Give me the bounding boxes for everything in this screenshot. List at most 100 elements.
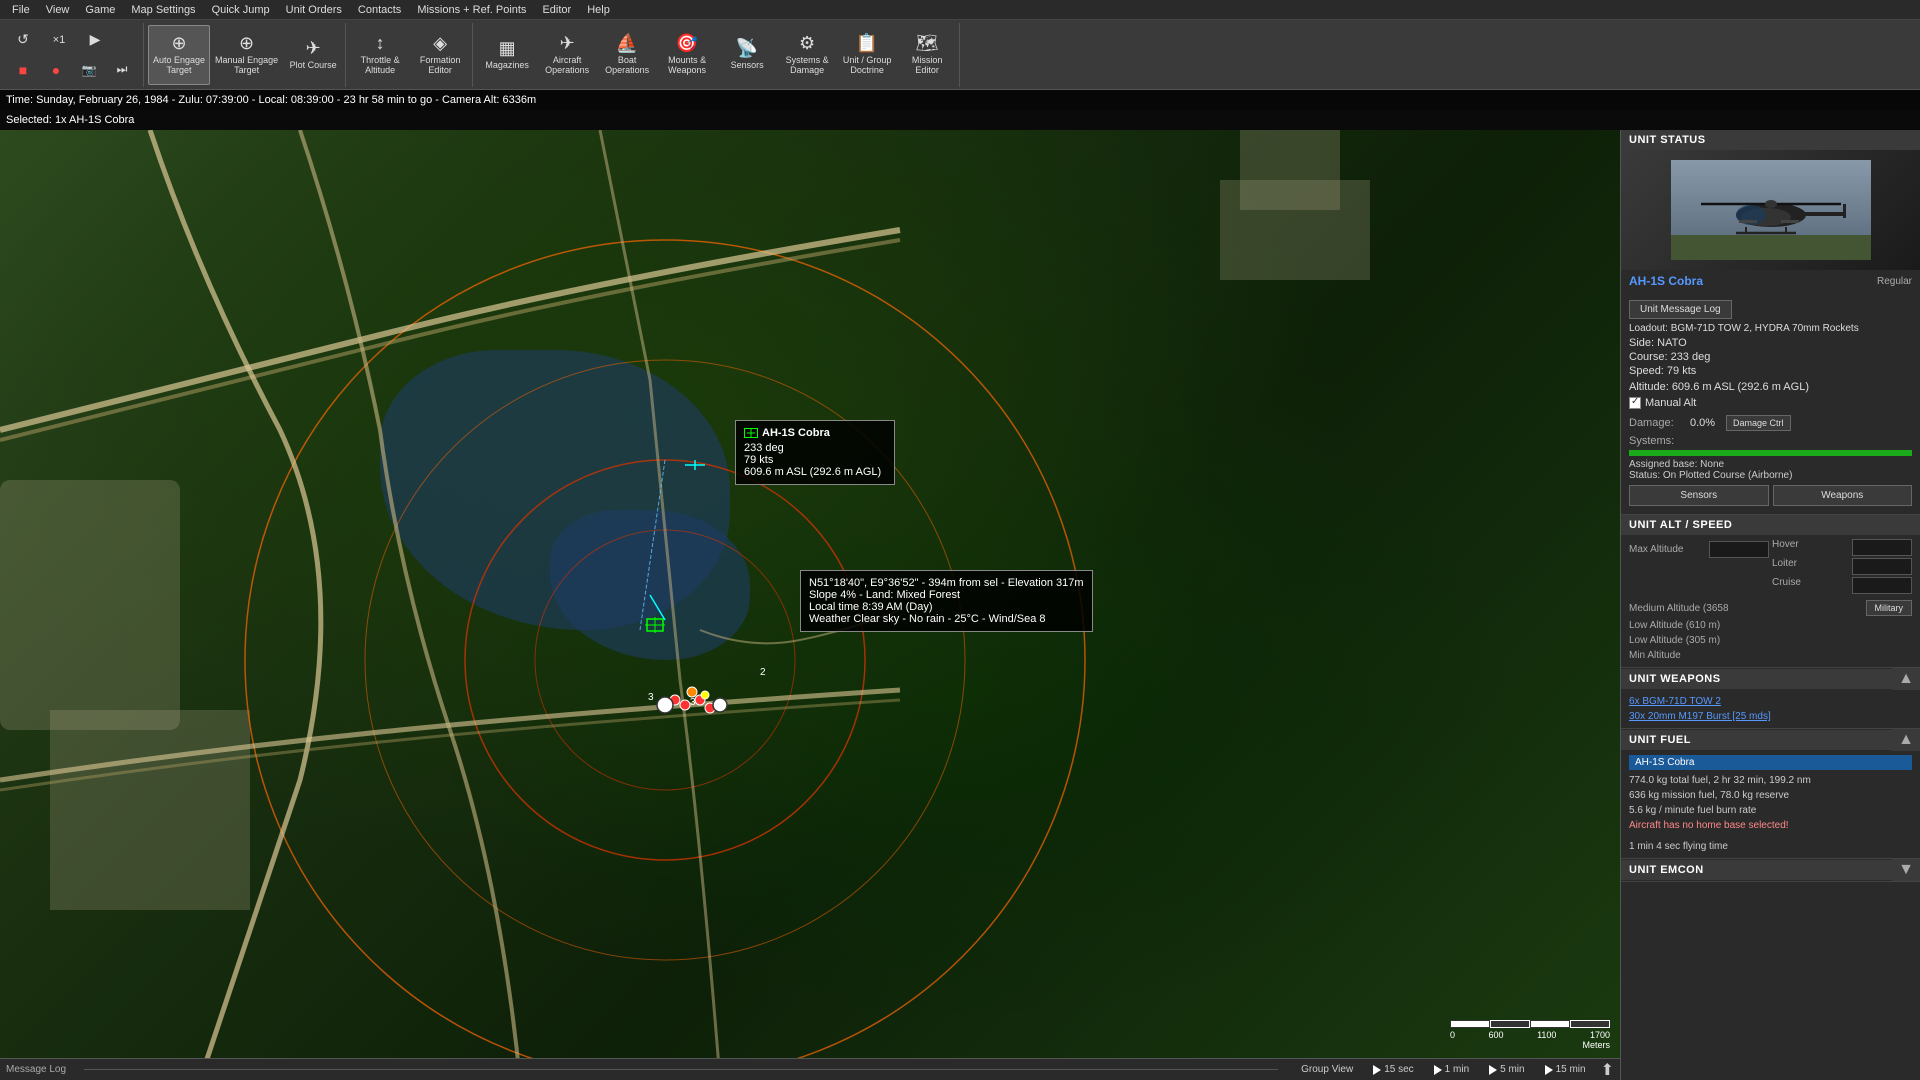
coord-slope: Slope 4% - Land: Mixed Forest xyxy=(809,589,1084,601)
menu-contacts[interactable]: Contacts xyxy=(350,4,409,16)
formation-label: FormationEditor xyxy=(420,56,461,76)
max-alt-input[interactable] xyxy=(1709,541,1769,558)
loiter-input[interactable] xyxy=(1852,558,1912,575)
menu-quick-jump[interactable]: Quick Jump xyxy=(204,4,278,16)
systems-icon: ⚙ xyxy=(799,33,815,54)
low-alt-610-row: Low Altitude (610 m) xyxy=(1629,618,1912,633)
sensors-btn[interactable]: 📡 Sensors xyxy=(717,25,777,85)
min-alt-label: Min Altitude xyxy=(1629,650,1681,661)
weapon-2[interactable]: 30x 20mm M197 Burst [25 mds] xyxy=(1629,709,1912,724)
interval-5m: 5 min xyxy=(1500,1064,1524,1075)
sensors-panel-btn[interactable]: Sensors xyxy=(1629,485,1769,506)
min-alt-row: Min Altitude xyxy=(1629,648,1912,663)
menu-editor[interactable]: Editor xyxy=(534,4,579,16)
sensors-weapons-row: Sensors Weapons xyxy=(1629,485,1912,506)
scale-seg-1 xyxy=(1450,1020,1490,1028)
max-altitude-row: Max Altitude xyxy=(1629,539,1769,560)
play-icon-2 xyxy=(1434,1065,1442,1075)
play-2[interactable]: 1 min xyxy=(1429,1062,1474,1077)
loop-btn[interactable]: ↺ xyxy=(8,26,38,54)
weapons-panel-btn[interactable]: Weapons xyxy=(1773,485,1913,506)
message-log-label[interactable]: Message Log xyxy=(6,1064,66,1075)
unit-name[interactable]: AH-1S Cobra xyxy=(1629,274,1703,288)
fuel-line-2: 636 kg mission fuel, 78.0 kg reserve xyxy=(1629,788,1912,803)
formation-editor-btn[interactable]: ◈ FormationEditor xyxy=(410,25,470,85)
damage-ctrl-btn[interactable]: Damage Ctrl xyxy=(1726,415,1791,431)
plot-course-btn[interactable]: ✈ Plot Course xyxy=(283,25,343,85)
boat-ops-btn[interactable]: ⛵ BoatOperations xyxy=(597,25,657,85)
throttle-altitude-btn[interactable]: ↕ Throttle &Altitude xyxy=(350,25,410,85)
manual-alt-checkbox[interactable] xyxy=(1629,397,1641,409)
camera-btn[interactable]: 📷 xyxy=(74,56,104,84)
scale-seg-2 xyxy=(1490,1020,1530,1028)
menu-map-settings[interactable]: Map Settings xyxy=(123,4,203,16)
auto-engage-btn[interactable]: ⊕ Auto EngageTarget xyxy=(148,25,210,85)
coord-popup: N51°18'40", E9°36'52" - 394m from sel - … xyxy=(800,570,1093,632)
fuel-collapse-btn[interactable]: ▲ xyxy=(1892,729,1920,751)
menu-help[interactable]: Help xyxy=(579,4,618,16)
menu-game[interactable]: Game xyxy=(77,4,123,16)
unit-weapons-section: UNIT WEAPONS ▲ 6x BGM-71D TOW 2 30x 20mm… xyxy=(1621,668,1920,729)
hover-input[interactable] xyxy=(1852,539,1912,556)
scale-bar: 0 600 1100 1700 Meters xyxy=(1450,1020,1610,1050)
systems-row: Systems: xyxy=(1629,435,1912,456)
scale-label-1100: 1100 xyxy=(1537,1030,1556,1040)
magazines-label: Magazines xyxy=(485,61,529,71)
mission-editor-btn[interactable]: 🗺 MissionEditor xyxy=(897,25,957,85)
group-view-btn[interactable]: Group View xyxy=(1296,1062,1358,1077)
boat-ops-icon: ⛵ xyxy=(616,33,638,54)
record-btn[interactable]: ● xyxy=(41,56,71,84)
forward-btn[interactable]: ⏭ xyxy=(107,56,137,84)
max-alt-label: Max Altitude xyxy=(1629,544,1683,555)
magazines-btn[interactable]: ▦ Magazines xyxy=(477,25,537,85)
msg-log-btn[interactable]: Unit Message Log xyxy=(1629,300,1732,319)
play-4[interactable]: 15 min xyxy=(1540,1062,1591,1077)
magazines-icon: ▦ xyxy=(499,38,516,59)
unit-status-header: UNIT STATUS xyxy=(1621,130,1920,150)
map-area[interactable]: 3 3 2 AH-1S Cobra 233 deg 79 kts 609. xyxy=(0,130,1620,1080)
cruise-label: Cruise xyxy=(1772,577,1801,594)
throttle-group: ↕ Throttle &Altitude ◈ FormationEditor xyxy=(348,23,473,87)
emcon-expand-btn[interactable]: ▼ xyxy=(1892,859,1920,881)
scale-label-0: 0 xyxy=(1450,1030,1455,1040)
altitude-inputs: Max Altitude xyxy=(1629,539,1769,594)
aircraft-ops-btn[interactable]: ✈ AircraftOperations xyxy=(537,25,597,85)
menu-unit-orders[interactable]: Unit Orders xyxy=(278,4,350,16)
doctrine-label: Unit / GroupDoctrine xyxy=(843,56,892,76)
play-icon-3 xyxy=(1489,1065,1497,1075)
menu-missions[interactable]: Missions + Ref. Points xyxy=(409,4,534,16)
formation-icon: ◈ xyxy=(433,33,447,54)
unit-doctrine-btn[interactable]: 📋 Unit / GroupDoctrine xyxy=(837,25,897,85)
selected-unit: 1x AH-1S Cobra xyxy=(55,114,134,126)
cruise-input[interactable] xyxy=(1852,577,1912,594)
speed-btn[interactable]: ×1 xyxy=(41,26,77,54)
low-alt-610-label: Low Altitude (610 m) xyxy=(1629,620,1720,631)
manual-engage-btn[interactable]: ⊕ Manual EngageTarget xyxy=(210,25,283,85)
menu-file[interactable]: File xyxy=(4,4,38,16)
sensors-icon: 📡 xyxy=(736,38,758,59)
play-1[interactable]: 15 sec xyxy=(1368,1062,1418,1077)
play-3[interactable]: 5 min xyxy=(1484,1062,1529,1077)
urban-area-top xyxy=(1240,130,1340,210)
coord-local-time: Local time 8:39 AM (Day) xyxy=(809,601,1084,613)
weapons-collapse-btn[interactable]: ▲ xyxy=(1892,668,1920,690)
play-btn[interactable]: ▶ xyxy=(80,26,110,54)
playback-controls: ↺ ×1 ▶ ■ ● 📷 ⏭ xyxy=(2,23,144,87)
systems-health-bar xyxy=(1629,450,1912,456)
stop-btn[interactable]: ■ xyxy=(8,56,38,84)
side-text: Side: NATO xyxy=(1629,337,1912,349)
fuel-unit-name: AH-1S Cobra xyxy=(1629,755,1912,770)
mission-icon: 🗺 xyxy=(916,33,939,54)
weapon-1[interactable]: 6x BGM-71D TOW 2 xyxy=(1629,694,1912,709)
timebar: Time: Sunday, February 26, 1984 - Zulu: … xyxy=(0,90,1920,110)
unit-weapons-header: UNIT WEAPONS xyxy=(1621,669,1892,689)
upload-btn[interactable]: ⬆ xyxy=(1601,1060,1614,1080)
military-btn[interactable]: Military xyxy=(1866,600,1913,616)
systems-damage-btn[interactable]: ⚙ Systems &Damage xyxy=(777,25,837,85)
popup-speed: 79 kts xyxy=(744,454,886,466)
sensors-toolbar-label: Sensors xyxy=(731,61,764,71)
loiter-label: Loiter xyxy=(1772,558,1797,575)
low-alt-305-row: Low Altitude (305 m) xyxy=(1629,633,1912,648)
menu-view[interactable]: View xyxy=(38,4,78,16)
mounts-weapons-btn[interactable]: 🎯 Mounts &Weapons xyxy=(657,25,717,85)
